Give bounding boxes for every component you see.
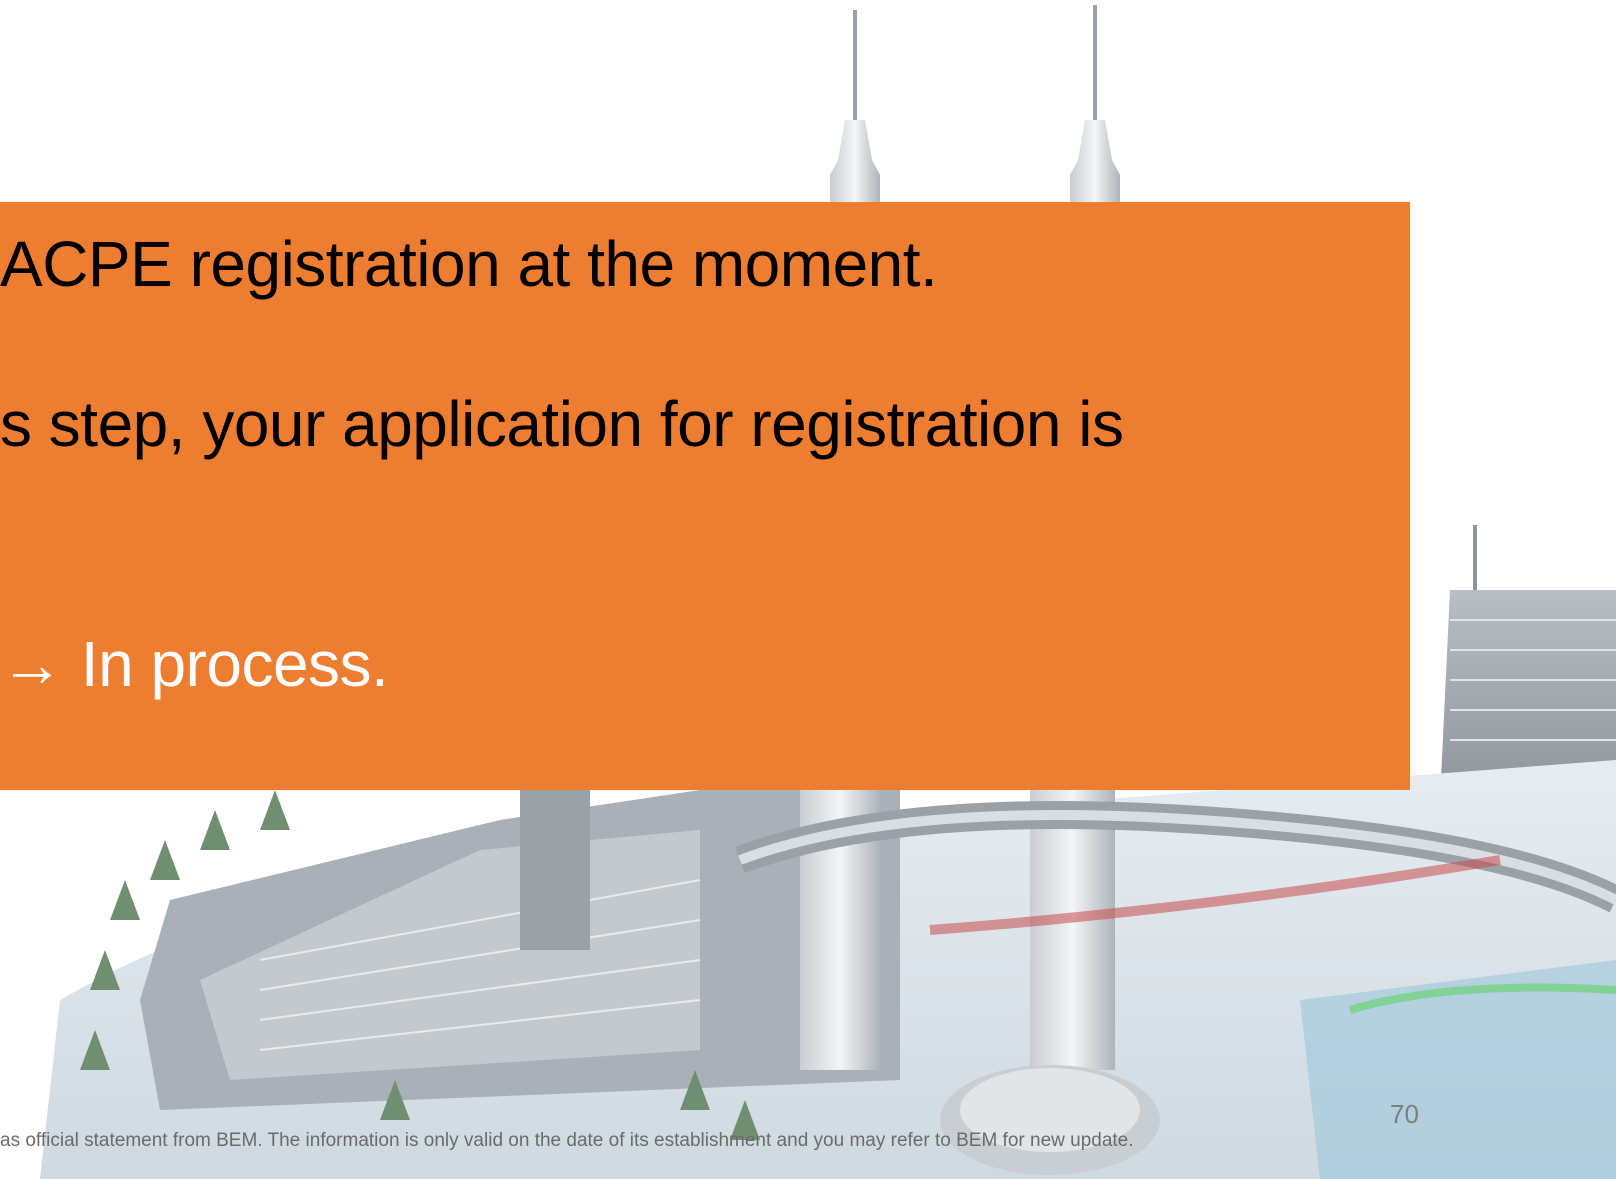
callout-box: ACPE registration at the moment. s step,… xyxy=(0,202,1410,790)
callout-line-status: → In process. xyxy=(0,628,389,700)
callout-line-application-step: s step, your application for registratio… xyxy=(0,388,1124,460)
page-number: 70 xyxy=(1390,1099,1419,1129)
slide: ACPE registration at the moment. s step,… xyxy=(0,0,1616,1179)
footer-disclaimer: as official statement from BEM. The info… xyxy=(0,1130,1134,1151)
callout-line-registration: ACPE registration at the moment. xyxy=(0,228,938,300)
